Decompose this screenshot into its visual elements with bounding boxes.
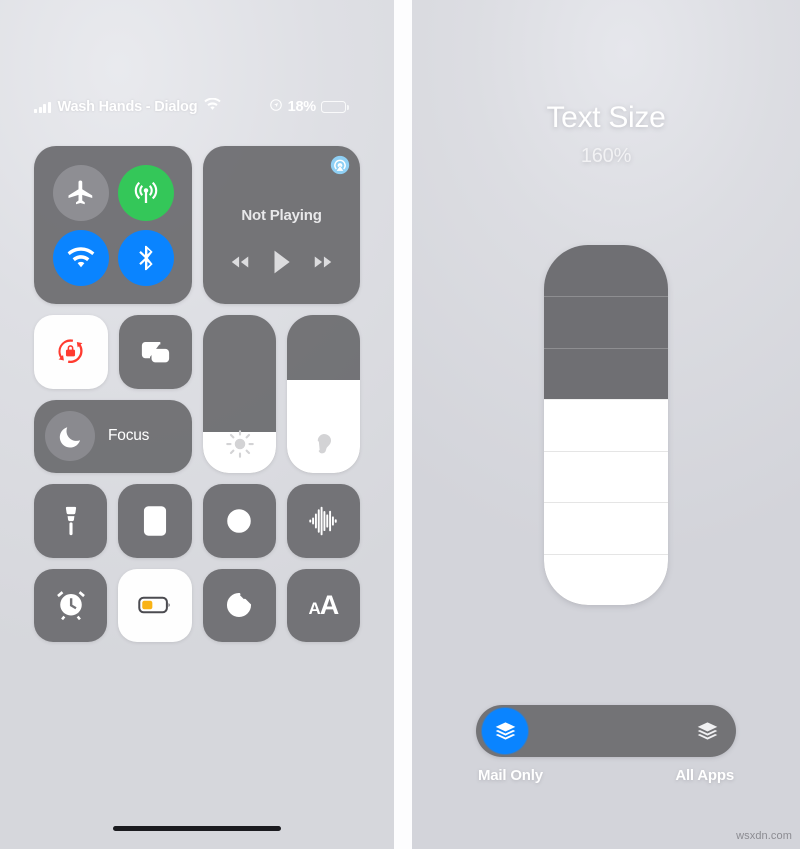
timer-button[interactable] bbox=[202, 568, 276, 642]
control-row-top: Not Playing bbox=[34, 146, 360, 304]
cellular-data-toggle[interactable] bbox=[117, 164, 174, 221]
screen-mirroring-button[interactable] bbox=[118, 315, 192, 389]
text-size-aa-icon: AA bbox=[308, 589, 339, 620]
watermark: wsxdn.com bbox=[736, 830, 792, 842]
text-size-segment[interactable] bbox=[544, 245, 668, 296]
text-size-scope-toggle: Mail Only All Apps bbox=[476, 705, 736, 784]
calculator-icon bbox=[143, 506, 166, 536]
sound-recognition-button[interactable] bbox=[286, 484, 360, 558]
wifi-icon bbox=[67, 246, 94, 267]
airplay-audio-icon[interactable] bbox=[330, 155, 350, 175]
text-size-segment[interactable] bbox=[544, 502, 668, 554]
brightness-slider[interactable] bbox=[203, 315, 276, 473]
camera-button[interactable] bbox=[202, 484, 276, 558]
text-size-segment[interactable] bbox=[544, 347, 668, 399]
status-bar: Wash Hands - Dialog 18% bbox=[0, 96, 394, 118]
cellular-antenna-icon bbox=[134, 181, 157, 203]
rotation-lock-toggle[interactable] bbox=[34, 315, 108, 389]
text-size-slider[interactable] bbox=[544, 245, 668, 605]
control-row-middle: Focus bbox=[34, 315, 360, 473]
flashlight-icon bbox=[65, 506, 76, 535]
media-title: Not Playing bbox=[241, 206, 322, 224]
layers-stack-icon bbox=[697, 721, 717, 740]
text-size-segment[interactable] bbox=[544, 399, 668, 451]
text-size-percent: 160% bbox=[580, 145, 632, 167]
calculator-button[interactable] bbox=[118, 484, 192, 558]
screenshot-root: Wash Hands - Dialog 18% Not Playing Focu… bbox=[0, 0, 800, 849]
battery-icon bbox=[138, 597, 170, 614]
wifi-toggle[interactable] bbox=[52, 229, 109, 286]
mail-only-option[interactable] bbox=[482, 708, 528, 754]
rotation-lock-icon bbox=[58, 339, 83, 364]
camera-icon bbox=[227, 508, 251, 533]
battery-low-power-icon bbox=[321, 101, 349, 113]
all-apps-label: All Apps bbox=[675, 767, 734, 784]
text-size-button[interactable]: AA bbox=[286, 568, 360, 642]
flashlight-button[interactable] bbox=[34, 484, 108, 558]
layers-stack-icon bbox=[495, 721, 515, 740]
text-size-segment[interactable] bbox=[544, 450, 668, 503]
panel-divider bbox=[394, 0, 412, 849]
mail-only-label: Mail Only bbox=[478, 767, 543, 784]
carrier-label: Wash Hands - Dialog bbox=[57, 99, 198, 115]
control-center-panel: Wash Hands - Dialog 18% Not Playing Focu… bbox=[0, 0, 394, 849]
cellular-bars-icon bbox=[34, 101, 51, 113]
control-row-bottom-2: AA bbox=[34, 568, 360, 642]
hearing-ear-icon bbox=[287, 429, 360, 459]
text-size-segment[interactable] bbox=[544, 296, 668, 347]
text-size-segment[interactable] bbox=[544, 553, 668, 605]
alarm-button[interactable] bbox=[34, 568, 108, 642]
sound-waveform-icon bbox=[309, 506, 338, 536]
wifi-icon bbox=[204, 97, 222, 116]
control-center-grid: Not Playing Focus AA bbox=[34, 146, 360, 642]
battery-percent-label: 18% bbox=[287, 99, 317, 115]
control-row-bottom-1 bbox=[34, 484, 360, 558]
focus-button[interactable]: Focus bbox=[34, 399, 192, 473]
all-apps-option[interactable] bbox=[684, 708, 730, 754]
focus-label: Focus bbox=[108, 427, 150, 445]
low-power-mode-button[interactable] bbox=[118, 568, 192, 642]
volume-slider[interactable] bbox=[287, 315, 360, 473]
screen-mirroring-icon bbox=[141, 342, 169, 363]
alarm-clock-icon bbox=[56, 591, 85, 621]
airplane-icon bbox=[68, 180, 92, 204]
fast-forward-icon[interactable] bbox=[312, 254, 334, 275]
media-playback-module[interactable]: Not Playing bbox=[203, 146, 360, 304]
home-indicator bbox=[113, 826, 281, 831]
moon-icon bbox=[45, 411, 95, 462]
play-icon[interactable] bbox=[270, 249, 292, 280]
bluetooth-toggle[interactable] bbox=[117, 229, 174, 286]
page-title: Text Size bbox=[546, 101, 666, 134]
airplane-mode-toggle[interactable] bbox=[52, 164, 109, 221]
location-services-icon bbox=[269, 98, 283, 117]
timer-icon bbox=[227, 593, 252, 618]
rewind-icon[interactable] bbox=[229, 254, 251, 275]
text-size-panel: Text Size 160% Mail Only All Apps bbox=[412, 0, 800, 849]
connectivity-module[interactable] bbox=[34, 146, 192, 304]
bluetooth-icon bbox=[138, 245, 153, 270]
brightness-sun-icon bbox=[203, 429, 276, 459]
